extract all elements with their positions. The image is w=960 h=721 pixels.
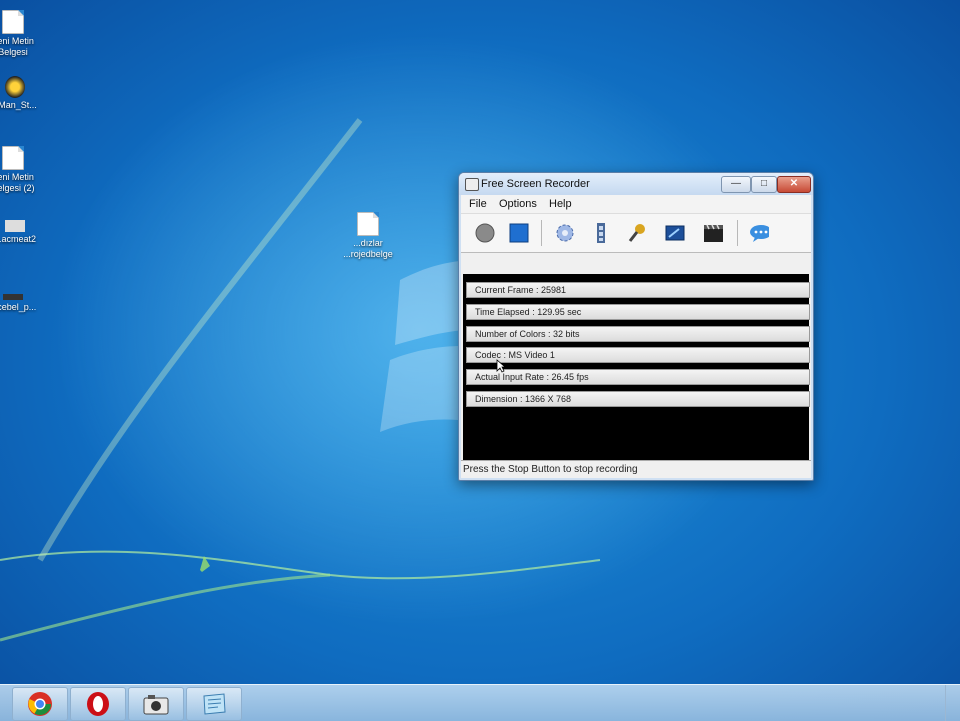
settings-button[interactable] (555, 223, 575, 243)
opera-icon (87, 692, 109, 716)
info-row: Codec : MS Video 1 (466, 347, 810, 363)
menu-help[interactable]: Help (549, 198, 572, 210)
help-bubble-icon (750, 225, 769, 242)
text-document-icon (357, 212, 379, 236)
app-window-icon (465, 178, 479, 191)
input-rate-text: Actual Input Rate : 26.45 fps (475, 372, 589, 382)
clapper-button[interactable] (703, 223, 723, 243)
desktop-icon-label: Belgesi (0, 47, 28, 57)
shortcut-icon (3, 294, 23, 300)
desktop-icon[interactable]: Yeni Metin Belgesi (0, 10, 48, 58)
taskbar-opera-button[interactable] (70, 687, 126, 721)
record-icon (475, 223, 495, 243)
menu-file[interactable]: File (469, 198, 487, 210)
desktop-icon[interactable]: Yeni Metin Belgesi (2) (0, 146, 48, 194)
stop-icon (509, 223, 529, 243)
toolbar (461, 213, 811, 253)
notepad-icon (203, 693, 226, 715)
desktop-icon-label: _Man_St... (0, 100, 37, 110)
close-button[interactable]: ✕ (777, 176, 811, 193)
menu-options[interactable]: Options (499, 198, 537, 210)
desktop-icon-label: ...acmeat2 (0, 234, 37, 244)
status-bar: Press the Stop Button to stop recording (461, 460, 811, 478)
chrome-icon (28, 692, 52, 716)
film-icon (597, 223, 605, 243)
dimension-text: Dimension : 1366 X 768 (475, 394, 572, 404)
show-desktop-button[interactable] (945, 685, 960, 721)
taskbar-notepad-button[interactable] (186, 687, 242, 721)
maximize-button[interactable]: □ (751, 176, 777, 193)
window-client: File Options Help Current Frame: 25981 … (461, 195, 811, 478)
menu-bar: File Options Help (461, 195, 811, 213)
info-row: Time Elapsed : 129.95 sec (466, 304, 810, 320)
time-elapsed-text: Time Elapsed : 129.95 sec (475, 307, 582, 317)
window-title: Free Screen Recorder (481, 178, 590, 190)
stop-button[interactable] (509, 223, 529, 243)
info-row: Dimension : 1366 X 768 (466, 391, 810, 407)
app-icon (5, 76, 25, 98)
codec-text: Codec : MS Video 1 (475, 350, 555, 360)
toolbar-separator (541, 220, 542, 246)
desktop-icon[interactable]: _Man_St... (0, 76, 50, 111)
film-button[interactable] (591, 223, 611, 243)
info-row: Current Frame : 25981 (466, 282, 810, 298)
microphone-icon (628, 224, 645, 242)
taskbar-chrome-button[interactable] (12, 687, 68, 721)
recording-info-panel: Current Frame : 25981 Time Elapsed : 129… (463, 274, 810, 477)
help-button[interactable] (749, 223, 769, 243)
camera-icon (143, 695, 169, 715)
toolbar-separator (737, 220, 738, 246)
minimize-button[interactable]: — (721, 176, 751, 193)
desktop-icon[interactable]: ...acmeat2 (0, 216, 50, 245)
settings-icon (556, 224, 574, 242)
clapper-icon (704, 224, 723, 242)
desktop-icon-label: ...cebel_p... (0, 302, 37, 312)
desktop-icon-label: ...rojedbelge (343, 249, 393, 259)
desktop-icon-label: Yeni Metin (0, 36, 34, 46)
desktop-icon[interactable]: ...dızlar ...rojedbelge (333, 212, 403, 260)
record-button[interactable] (475, 223, 495, 243)
screen-icon (665, 225, 685, 241)
shortcut-icon (5, 220, 25, 232)
info-row: Number of Colors : 32 bits (466, 326, 810, 342)
desktop-icon-label: Belgesi (2) (0, 183, 35, 193)
text-document-icon (2, 10, 24, 34)
recorder-window: Free Screen Recorder — □ ✕ File Options … (458, 172, 814, 481)
text-document-icon (2, 146, 24, 170)
taskbar (0, 684, 960, 721)
info-row: Actual Input Rate : 26.45 fps (466, 369, 810, 385)
current-frame-text: Current Frame : 25981 (475, 285, 567, 295)
mouse-cursor-icon (496, 359, 506, 373)
desktop-icon-label: ...dızlar (353, 238, 383, 248)
title-bar[interactable]: Free Screen Recorder — □ ✕ (459, 173, 813, 195)
number-of-colors-text: Number of Colors : 32 bits (475, 329, 580, 339)
microphone-button[interactable] (627, 223, 647, 243)
desktop-icon[interactable]: ...cebel_p... (0, 286, 48, 313)
screen-button[interactable] (665, 223, 685, 243)
taskbar-camera-button[interactable] (128, 687, 184, 721)
desktop-icon-label: Yeni Metin (0, 172, 34, 182)
